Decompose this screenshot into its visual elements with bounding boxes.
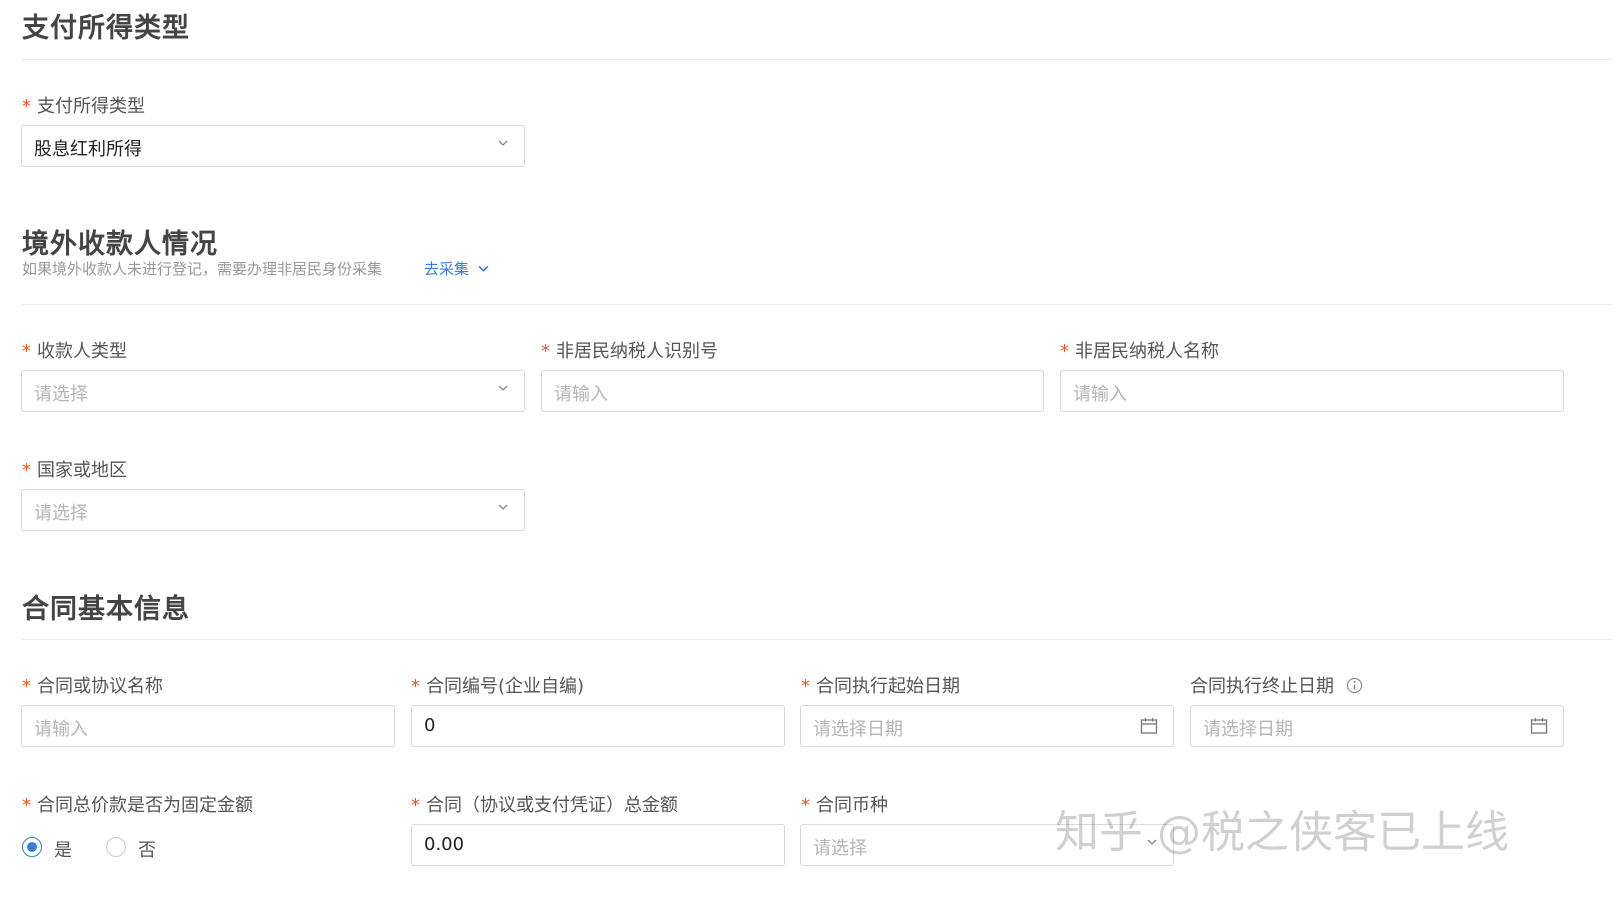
taxpayer-name-input[interactable]: 请输入 [1060, 370, 1564, 412]
collect-link-label: 去采集 [424, 260, 470, 278]
fixed-amount-label: * 合同总价款是否为固定金额 [22, 795, 253, 816]
tax-id-label: * 非居民纳税人识别号 [541, 341, 718, 362]
contract-name-label: * 合同或协议名称 [22, 676, 163, 697]
payee-type-label: * 收款人类型 [22, 341, 127, 362]
payment-type-select[interactable]: 股息红利所得 [21, 125, 525, 167]
required-mark: * [1060, 341, 1069, 362]
chevron-down-icon [478, 265, 489, 272]
chevron-down-icon [498, 385, 508, 391]
payee-type-placeholder: 请选择 [34, 384, 88, 405]
taxpayer-name-label: * 非居民纳税人名称 [1060, 341, 1219, 362]
calendar-icon [1530, 718, 1548, 734]
contract-no-input[interactable]: 0 [411, 705, 785, 747]
end-date-label: 合同执行终止日期 [1190, 672, 1363, 698]
radio-yes-label: 是 [54, 840, 72, 861]
required-mark: * [801, 795, 810, 816]
contract-name-placeholder: 请输入 [34, 719, 88, 740]
total-amount-label: * 合同（协议或支付凭证）总金额 [411, 795, 678, 816]
divider [22, 59, 1612, 60]
country-label: * 国家或地区 [22, 460, 127, 481]
radio-no-label: 否 [138, 840, 156, 861]
total-amount-value: 0.00 [424, 834, 465, 855]
contract-name-input[interactable]: 请输入 [21, 705, 395, 747]
payment-type-value: 股息红利所得 [34, 139, 142, 160]
section-title-contract: 合同基本信息 [22, 594, 190, 625]
taxpayer-name-placeholder: 请输入 [1073, 384, 1127, 405]
chevron-down-icon [498, 504, 508, 510]
total-amount-input[interactable]: 0.00 [411, 824, 785, 866]
currency-placeholder: 请选择 [813, 838, 867, 859]
watermark: 知乎 @税之侠客已上线 [1055, 807, 1509, 858]
end-date-placeholder: 请选择日期 [1203, 719, 1293, 740]
start-date-label: * 合同执行起始日期 [801, 676, 960, 697]
required-mark: * [411, 795, 420, 816]
required-mark: * [22, 460, 31, 481]
radio-no[interactable] [106, 837, 126, 857]
required-mark: * [22, 676, 31, 697]
end-date-picker[interactable]: 请选择日期 [1190, 705, 1564, 747]
section-title-payment: 支付所得类型 [22, 13, 190, 44]
divider [22, 639, 1612, 640]
required-mark: * [801, 676, 810, 697]
country-select[interactable]: 请选择 [21, 489, 525, 531]
required-mark: * [22, 341, 31, 362]
payment-type-label: * 支付所得类型 [22, 96, 145, 117]
tax-id-placeholder: 请输入 [554, 384, 608, 405]
chevron-down-icon [498, 140, 508, 146]
start-date-placeholder: 请选择日期 [813, 719, 903, 740]
contract-no-label: * 合同编号(企业自编) [411, 676, 585, 697]
contract-no-value: 0 [424, 715, 436, 736]
section-title-payee: 境外收款人情况 [22, 229, 218, 260]
collect-link[interactable]: 去采集 [424, 258, 489, 279]
start-date-picker[interactable]: 请选择日期 [800, 705, 1174, 747]
radio-yes[interactable] [22, 837, 42, 857]
calendar-icon [1140, 718, 1158, 734]
payee-type-select[interactable]: 请选择 [21, 370, 525, 412]
country-placeholder: 请选择 [34, 503, 88, 524]
payee-hint: 如果境外收款人未进行登记，需要办理非居民身份采集 [22, 260, 383, 278]
divider [22, 304, 1612, 305]
required-mark: * [411, 676, 420, 697]
tax-id-input[interactable]: 请输入 [541, 370, 1044, 412]
currency-label: * 合同币种 [801, 795, 888, 816]
required-mark: * [541, 341, 550, 362]
info-icon[interactable] [1346, 677, 1363, 694]
required-mark: * [22, 96, 31, 117]
required-mark: * [22, 795, 31, 816]
